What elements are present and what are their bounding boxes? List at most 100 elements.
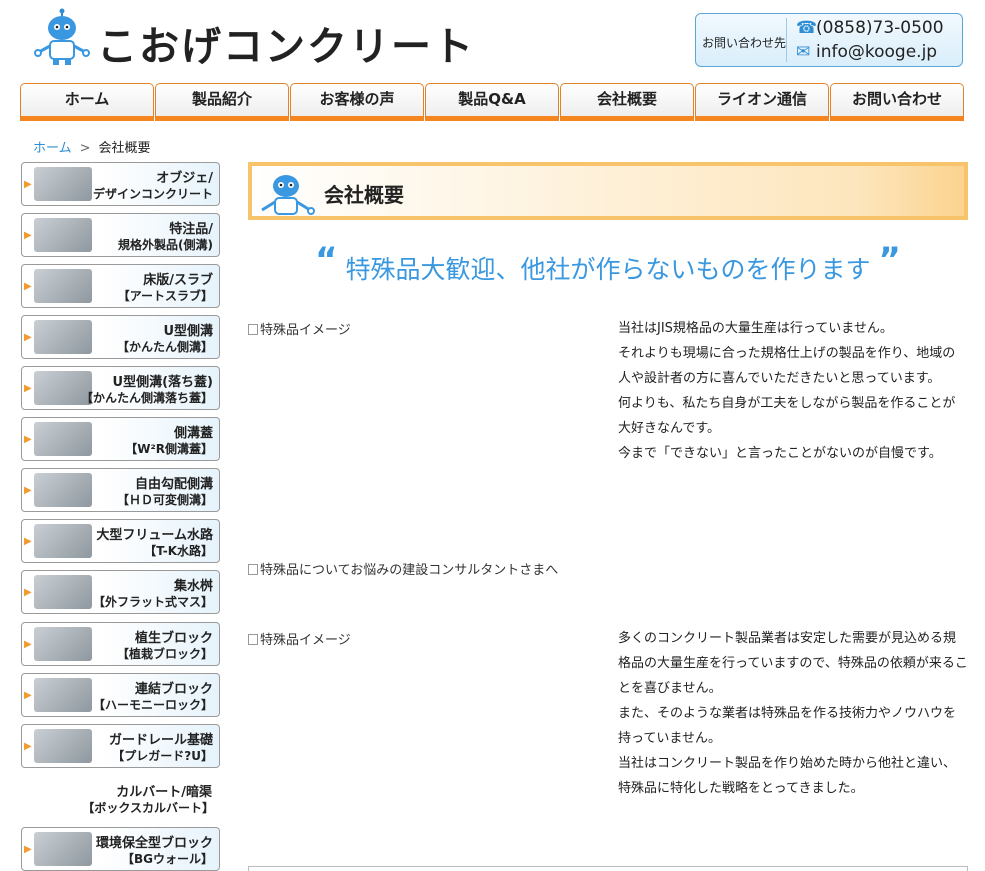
sidebar-item-subtitle: 規格外製品(側溝)	[118, 238, 213, 252]
paragraph-line: また、そのような業者は特殊品を作る技術力やノウハウを持っていません。	[618, 706, 957, 746]
sidebar-item-bg-wall[interactable]: ▶ 環境保全型ブロック 【BGウォール】	[21, 827, 220, 871]
contact-email[interactable]: ✉ info@kooge.jp	[796, 42, 937, 62]
sidebar-item-subtitle: デザインコンクリート	[92, 187, 213, 201]
sidebar-item-objet[interactable]: ▶ オブジェ/ デザインコンクリート	[21, 162, 220, 206]
intro-paragraph-1: 当社はJIS規格品の大量生産は行っていません。 それよりも現場に合った規格仕上げ…	[618, 316, 968, 466]
sidebar-item-title: 植生ブロック	[134, 631, 213, 646]
nav-customer-voice[interactable]: お客様の声	[290, 83, 424, 121]
nav-home[interactable]: ホーム	[20, 83, 154, 121]
sidebar-item-subtitle: 【外フラット式マス】	[92, 595, 213, 609]
logo-text: こおげコンクリート	[97, 24, 475, 70]
arrow-right-icon: ▶	[24, 690, 32, 701]
sidebar-item-linked-block[interactable]: ▶ 連結ブロック 【ハーモニーロック】	[21, 673, 220, 717]
sidebar-item-subtitle: 【ボックスカルバート】	[82, 801, 214, 815]
intro-paragraph-2: 多くのコンクリート製品業者は安定した需要が見込める規格品の大量生産を行っています…	[618, 626, 968, 801]
catchphrase: “ 特殊品大歓迎、他社が作らないものを作ります ”	[248, 243, 968, 286]
sidebar-item-title: 床版/スラブ	[143, 273, 213, 288]
global-nav: ホーム 製品紹介 お客様の声 製品Q&A 会社概要 ライオン通信 お問い合わせ	[20, 83, 966, 123]
sidebar-item-subtitle: 【ＨＤ可変側溝】	[116, 493, 213, 507]
sidebar-item-title: U型側溝	[163, 324, 213, 339]
sidebar-item-catch-basin[interactable]: ▶ 集水桝 【外フラット式マス】	[21, 570, 220, 614]
arrow-right-icon: ▶	[24, 434, 32, 445]
catchphrase-text: 特殊品大歓迎、他社が作らないものを作ります	[345, 255, 871, 284]
nav-lion-news[interactable]: ライオン通信	[695, 83, 829, 121]
robot-mascot-icon	[34, 8, 90, 65]
sidebar-item-slab[interactable]: ▶ 床版/スラブ 【アートスラブ】	[21, 264, 220, 308]
mail-icon: ✉	[796, 42, 811, 62]
sidebar-item-title: 自由勾配側溝	[134, 477, 213, 492]
sidebar-item-subtitle: 【W²R側溝蓋】	[125, 442, 213, 456]
sidebar-item-title: カルバート/暗渠	[116, 785, 212, 800]
product-thumbnail	[34, 678, 92, 712]
sidebar-item-title: 大型フリューム水路	[96, 528, 213, 543]
email-address: info@kooge.jp	[816, 42, 938, 62]
sidebar-item-gutter-cover[interactable]: ▶ 側溝蓋 【W²R側溝蓋】	[21, 417, 220, 461]
arrow-right-icon: ▶	[24, 536, 32, 547]
site-logo[interactable]: こおげコンクリート	[33, 8, 473, 70]
sidebar-item-subtitle: 【かんたん側溝落ち蓋】	[80, 391, 213, 405]
sidebar-item-subtitle: 【植栽ブロック】	[116, 647, 213, 661]
product-thumbnail	[34, 524, 92, 558]
sidebar-item-title: 集水桝	[173, 579, 213, 594]
paragraph-line: 当社はJIS規格品の大量生産は行っていません。	[618, 321, 893, 336]
sidebar-item-subtitle: 【BGウォール】	[122, 852, 213, 866]
arrow-right-icon: ▶	[24, 485, 32, 496]
broken-image-special-product-1: 特殊品イメージ	[248, 319, 351, 338]
product-thumbnail	[34, 422, 92, 456]
sidebar-item-u-gutter-lid[interactable]: ▶ U型側溝(落ち蓋) 【かんたん側溝落ち蓋】	[21, 366, 220, 410]
product-thumbnail	[34, 269, 92, 303]
robot-mascot-icon	[261, 175, 315, 215]
sidebar-item-flume[interactable]: ▶ 大型フリューム水路 【T-K水路】	[21, 519, 220, 563]
broken-image-special-product-2: 特殊品イメージ	[248, 629, 351, 648]
paragraph-line: それよりも現場に合った規格仕上げの製品を作り、地域の人や設計者の方に喜んでいただ…	[618, 346, 956, 386]
paragraph-line: 今まで「できない」と言ったことがないのが自慢です。	[618, 446, 942, 461]
arrow-right-icon: ▶	[24, 281, 32, 292]
product-thumbnail	[34, 832, 92, 866]
nav-contact[interactable]: お問い合わせ	[830, 83, 964, 121]
sidebar-item-variable-gutter[interactable]: ▶ 自由勾配側溝 【ＨＤ可変側溝】	[21, 468, 220, 512]
broken-image-consultant-banner[interactable]: 特殊品についてお悩みの建設コンサルタントさまへ	[248, 559, 558, 578]
product-thumbnail	[34, 627, 92, 661]
breadcrumb-separator: >	[79, 141, 91, 156]
sidebar-item-custom[interactable]: ▶ 特注品/ 規格外製品(側溝)	[21, 213, 220, 257]
arrow-right-icon: ▶	[24, 332, 32, 343]
arrow-right-icon: ▶	[24, 179, 32, 190]
content-divider	[248, 866, 968, 871]
arrow-right-icon: ▶	[24, 639, 32, 650]
product-thumbnail	[34, 320, 92, 354]
contact-divider	[786, 18, 787, 62]
contact-label: お問い合わせ先	[702, 36, 787, 50]
breadcrumb-current: 会社概要	[98, 141, 151, 156]
contact-phone[interactable]: ☎(0858)73-0500	[796, 18, 944, 38]
paragraph-line: 多くのコンクリート製品業者は安定した需要が見込める規格品の大量生産を行っています…	[618, 631, 968, 696]
sidebar-item-title: オブジェ/	[156, 171, 213, 186]
contact-box: お問い合わせ先 ☎(0858)73-0500 ✉ info@kooge.jp	[695, 13, 963, 67]
sidebar-item-guardrail-base[interactable]: ▶ ガードレール基礎 【プレガード?U】	[21, 724, 220, 768]
sidebar-item-title: ガードレール基礎	[108, 733, 213, 748]
phone-number: (0858)73-0500	[816, 18, 944, 38]
sidebar-item-subtitle: 【プレガード?U】	[112, 749, 213, 763]
sidebar-item-planting-block[interactable]: ▶ 植生ブロック 【植栽ブロック】	[21, 622, 220, 666]
nav-product-qa[interactable]: 製品Q&A	[425, 83, 559, 121]
arrow-right-icon: ▶	[24, 587, 32, 598]
arrow-right-icon: ▶	[24, 230, 32, 241]
sidebar-item-subtitle: 【アートスラブ】	[117, 289, 213, 303]
paragraph-line: 何よりも、私たち自身が工夫をしながら製品を作ることが大好きなんです。	[618, 396, 956, 436]
product-thumbnail	[34, 218, 92, 252]
arrow-right-icon: ▶	[24, 741, 32, 752]
sidebar-item-culvert[interactable]: カルバート/暗渠 【ボックスカルバート】	[21, 779, 220, 819]
paragraph-line: 当社はコンクリート製品を作り始めた時から他社と違い、特殊品に特化した戦略をとって…	[618, 756, 957, 796]
nav-company[interactable]: 会社概要	[560, 83, 694, 121]
arrow-right-icon: ▶	[24, 844, 32, 855]
sidebar-item-title: 連結ブロック	[134, 682, 213, 697]
arrow-right-icon: ▶	[24, 383, 32, 394]
sidebar-item-subtitle: 【ハーモニーロック】	[92, 698, 213, 712]
sidebar-item-subtitle: 【かんたん側溝】	[116, 340, 213, 354]
breadcrumb-home-link[interactable]: ホーム	[33, 141, 72, 156]
breadcrumb: ホーム > 会社概要	[33, 137, 151, 156]
nav-products[interactable]: 製品紹介	[155, 83, 289, 121]
sidebar-item-title: U型側溝(落ち蓋)	[112, 375, 213, 390]
product-thumbnail	[34, 729, 92, 763]
sidebar-item-title: 環境保全型ブロック	[95, 836, 213, 851]
sidebar-item-u-gutter[interactable]: ▶ U型側溝 【かんたん側溝】	[21, 315, 220, 359]
